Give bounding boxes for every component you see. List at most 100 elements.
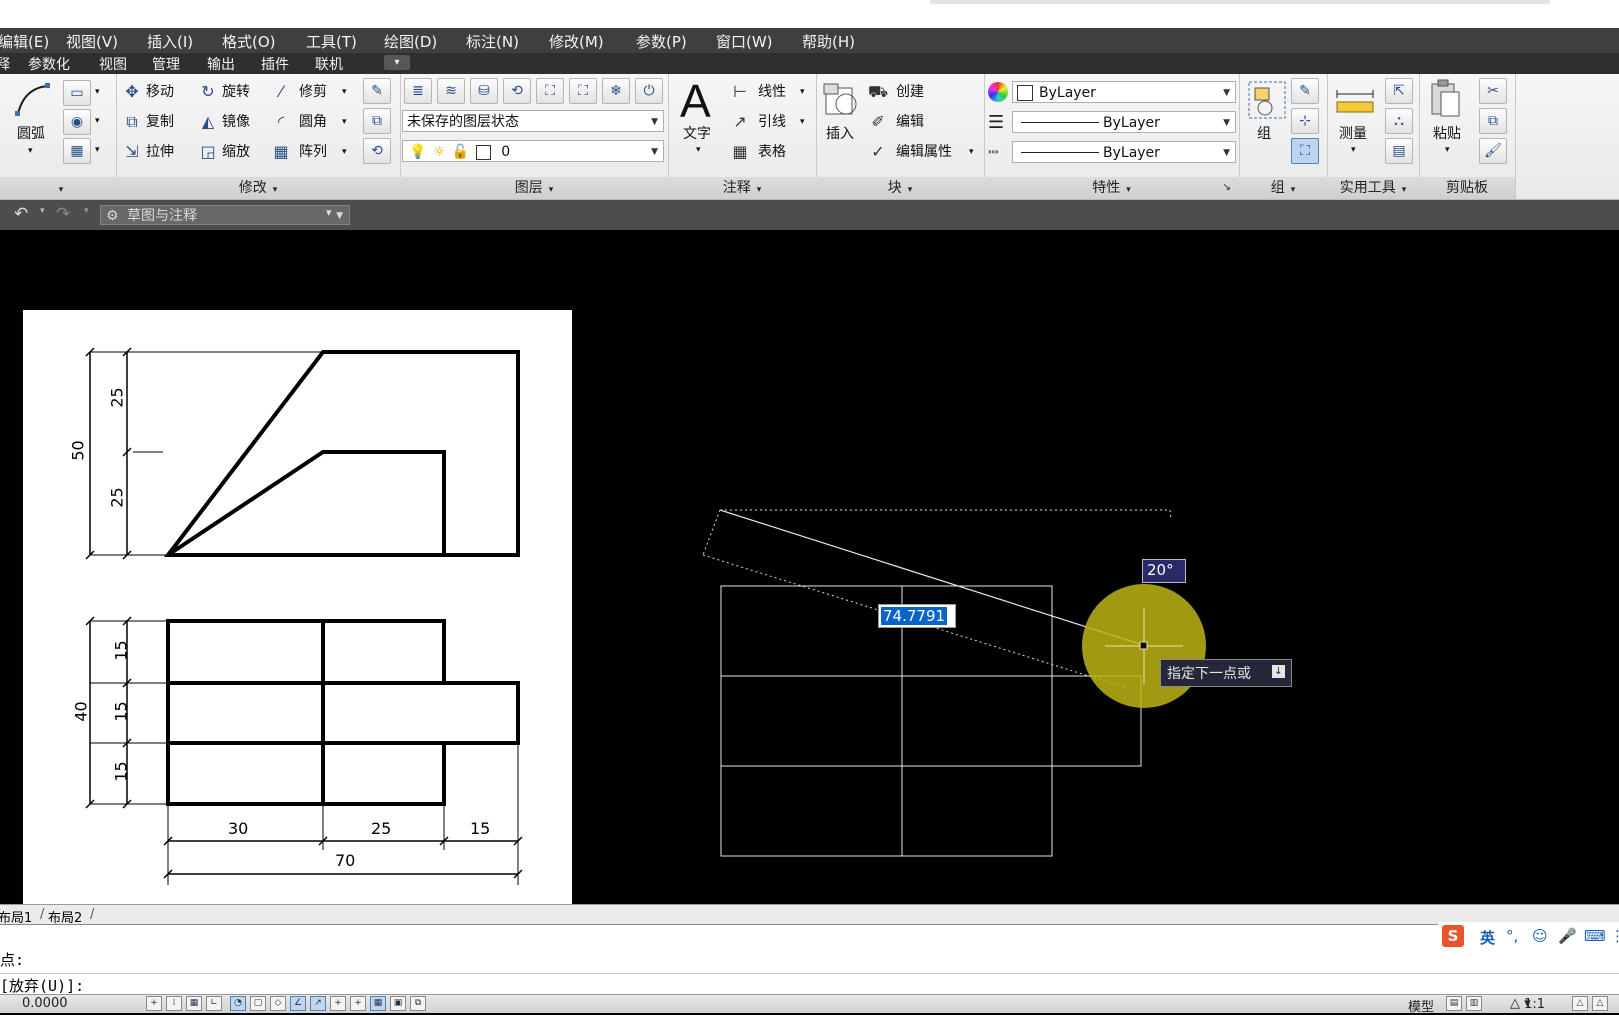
redo-icon[interactable]: ↷ bbox=[56, 204, 70, 224]
menu-tools[interactable]: 工具(T) bbox=[306, 31, 357, 52]
menu-edit[interactable]: 编辑(E) bbox=[0, 31, 49, 52]
transparency-icon[interactable]: ▦ bbox=[370, 996, 386, 1011]
snap-icon[interactable]: ⁞ bbox=[166, 996, 182, 1011]
insert-block-icon[interactable] bbox=[822, 80, 862, 120]
group-button[interactable]: 组 bbox=[1257, 124, 1271, 144]
ungroup-icon[interactable]: ✎ bbox=[1291, 78, 1319, 104]
edit-attributes-dropdown-icon[interactable]: ▾ bbox=[969, 142, 974, 162]
quick-select-icon[interactable]: ⇱ bbox=[1385, 78, 1413, 104]
rotate-button[interactable]: 旋转 bbox=[222, 82, 250, 102]
drawing-canvas[interactable]: 25 25 50 15 15 15 40 30 25 15 70 74.7791… bbox=[0, 230, 1619, 904]
layer-isolate-icon[interactable]: ⛶ bbox=[536, 78, 564, 104]
ime-language-toggle[interactable]: 英 bbox=[1480, 927, 1495, 948]
layer-state-icon[interactable]: ≋ bbox=[437, 78, 465, 104]
tab-annotate[interactable]: 释 bbox=[0, 54, 10, 74]
keyboard-icon[interactable]: ⌨ bbox=[1584, 927, 1606, 945]
arc-icon[interactable] bbox=[14, 80, 54, 120]
dialog-launcher-icon[interactable]: ↘ bbox=[1223, 177, 1231, 199]
ortho-icon[interactable]: ∟ bbox=[206, 996, 222, 1011]
tab-manage[interactable]: 管理 bbox=[152, 54, 180, 74]
otrack-icon[interactable]: ∠ bbox=[290, 996, 306, 1011]
select-similar-icon[interactable]: ⛬ bbox=[1385, 108, 1413, 134]
osnap-icon[interactable]: ▢ bbox=[250, 996, 266, 1011]
create-button[interactable]: 创建 bbox=[896, 82, 924, 102]
tab-parametric[interactable]: 参数化 bbox=[28, 54, 70, 74]
calculator-icon[interactable]: ▤ bbox=[1385, 138, 1413, 164]
quick-properties-icon[interactable]: ▣ bbox=[390, 996, 406, 1011]
mirror-button[interactable]: 镜像 bbox=[222, 112, 250, 132]
annotation-panel-title[interactable]: 注释 ▾ bbox=[668, 177, 816, 199]
polar-icon[interactable]: ◔ bbox=[230, 996, 246, 1011]
edit-button[interactable]: 编辑 bbox=[896, 112, 924, 132]
layer-unisolate-icon[interactable]: ⛶ bbox=[569, 78, 597, 104]
workspace-dropdown[interactable]: ⚙ 草图与注释 ▼ bbox=[100, 205, 350, 225]
clipboard-panel-title[interactable]: 剪贴板 bbox=[1419, 177, 1515, 199]
quick-view-drawings-icon[interactable]: ▥ bbox=[1466, 996, 1482, 1011]
undo-dropdown-icon[interactable]: ▾ bbox=[40, 206, 45, 216]
ducs-icon[interactable]: ↗ bbox=[310, 996, 326, 1011]
copy-clip-icon[interactable]: ⧉ bbox=[1479, 108, 1507, 134]
rectangle-dropdown-icon[interactable]: ▾ bbox=[95, 82, 100, 102]
linear-button[interactable]: 线性 bbox=[758, 82, 786, 102]
ellipse-dropdown-icon[interactable]: ▾ bbox=[95, 111, 100, 131]
grid-icon[interactable]: ▦ bbox=[186, 996, 202, 1011]
array-button[interactable]: 阵列 bbox=[299, 142, 327, 162]
measure-dropdown-icon[interactable]: ▾ bbox=[1351, 140, 1356, 160]
block-panel-title[interactable]: 块 ▾ bbox=[816, 177, 984, 199]
linetype-dropdown[interactable]: ByLayer ▼ bbox=[1012, 141, 1236, 163]
layer-state-dropdown[interactable]: 未保存的图层状态 ▼ bbox=[402, 110, 664, 132]
tab-output[interactable]: 输出 bbox=[207, 54, 235, 74]
linear-dropdown-icon[interactable]: ▾ bbox=[800, 82, 805, 102]
tab-plugins[interactable]: 插件 bbox=[261, 54, 289, 74]
menu-draw[interactable]: 绘图(D) bbox=[384, 31, 437, 52]
lineweight-dropdown[interactable]: ByLayer ▼ bbox=[1012, 111, 1236, 133]
trim-dropdown-icon[interactable]: ▾ bbox=[342, 82, 347, 102]
dyn-icon[interactable]: + bbox=[330, 996, 346, 1011]
undo-icon[interactable]: ↶ bbox=[14, 204, 28, 224]
paste-icon[interactable] bbox=[1429, 78, 1463, 120]
properties-panel-title[interactable]: 特性 ▾ ↘ bbox=[984, 177, 1239, 199]
color-dropdown[interactable]: ByLayer ▼ bbox=[1012, 81, 1236, 103]
menu-insert[interactable]: 插入(I) bbox=[147, 31, 193, 52]
text-icon[interactable]: A bbox=[680, 74, 711, 128]
menu-parametric[interactable]: 参数(P) bbox=[636, 31, 687, 52]
insert-button[interactable]: 插入 bbox=[826, 124, 854, 144]
menu-dimension[interactable]: 标注(N) bbox=[466, 31, 519, 52]
tab-view[interactable]: 视图 bbox=[99, 54, 127, 74]
menu-format[interactable]: 格式(O) bbox=[222, 31, 276, 52]
auto-scale-icon[interactable]: △ bbox=[1592, 996, 1608, 1011]
stretch-button[interactable]: 拉伸 bbox=[146, 142, 174, 162]
array-dropdown-icon[interactable]: ▾ bbox=[342, 142, 347, 162]
options-arrow-icon[interactable]: ↓ bbox=[1272, 665, 1285, 678]
menu-view[interactable]: 视图(V) bbox=[66, 31, 118, 52]
layer-freeze-icon[interactable]: ❄ bbox=[602, 78, 630, 104]
command-input-line[interactable]: [放弃(U)]: bbox=[0, 975, 84, 996]
ime-punctuation-toggle[interactable]: °, bbox=[1506, 927, 1518, 945]
measure-icon[interactable] bbox=[1335, 86, 1375, 116]
copy-button[interactable]: 复制 bbox=[146, 112, 174, 132]
leader-button[interactable]: 引线 bbox=[758, 112, 786, 132]
layer-previous-icon[interactable]: ⟲ bbox=[503, 78, 531, 104]
ribbon-toggle-button[interactable]: ▾ bbox=[384, 55, 410, 70]
lineweight-toggle-icon[interactable]: + bbox=[350, 996, 366, 1011]
hatch-dropdown-icon[interactable]: ▾ bbox=[95, 140, 100, 160]
annotation-visibility-icon[interactable]: △ bbox=[1572, 996, 1588, 1011]
erase-icon[interactable]: ✎ bbox=[363, 78, 391, 104]
modify-panel-title[interactable]: 修改 ▾ bbox=[116, 177, 400, 199]
move-button[interactable]: 移动 bbox=[146, 82, 174, 102]
trim-button[interactable]: 修剪 bbox=[299, 82, 327, 102]
annotation-scale[interactable]: △ 1:1 ▾ bbox=[1510, 996, 1545, 1012]
emoji-icon[interactable]: ☺ bbox=[1532, 927, 1548, 945]
menu-modify[interactable]: 修改(M) bbox=[549, 31, 604, 52]
ime-more-icon[interactable]: ⋮ bbox=[1610, 927, 1619, 945]
selection-cycling-icon[interactable]: ⧉ bbox=[410, 996, 426, 1011]
table-button[interactable]: 表格 bbox=[758, 142, 786, 162]
3d-osnap-icon[interactable]: ◇ bbox=[270, 996, 286, 1011]
group-edit-icon[interactable]: ⊹ bbox=[1291, 108, 1319, 134]
scale-button[interactable]: 缩放 bbox=[222, 142, 250, 162]
text-dropdown-icon[interactable]: ▾ bbox=[696, 140, 701, 160]
leader-dropdown-icon[interactable]: ▾ bbox=[800, 112, 805, 132]
ime-logo-icon[interactable]: S bbox=[1442, 925, 1464, 947]
cut-icon[interactable]: ✂ bbox=[1479, 78, 1507, 104]
customize-qat-icon[interactable]: ▾ bbox=[326, 206, 332, 219]
